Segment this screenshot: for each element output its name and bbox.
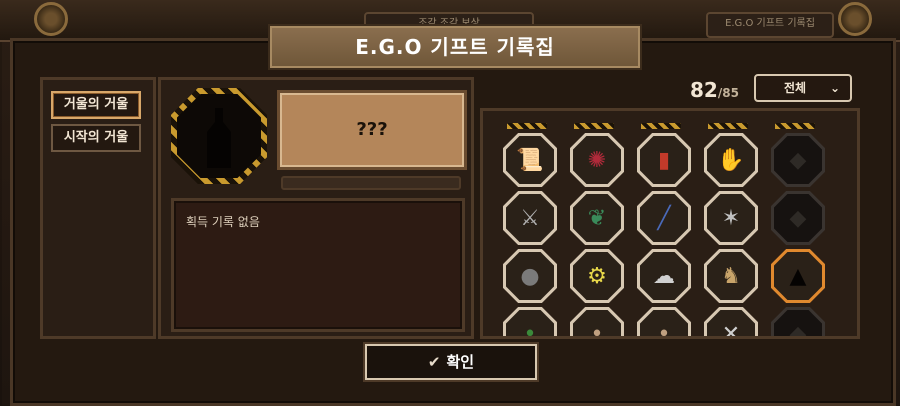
grid-cap xyxy=(641,123,681,129)
gift-total-count: /85 xyxy=(717,86,739,100)
mirror-tab-start[interactable]: 시작의 거울 xyxy=(51,124,141,152)
tangled-rope-icon: ✺ xyxy=(573,136,621,184)
gift-owned-count: 82 xyxy=(690,78,718,102)
filter-dropdown[interactable]: 전체 ⌄ xyxy=(754,74,852,102)
page-title: E.G.O 기프트 기록집 xyxy=(270,26,640,68)
bottle-icon: ▲ xyxy=(774,252,822,300)
gift-slot[interactable]: ✶ xyxy=(704,191,758,245)
mirror-list: 거울의 거울 시작의 거울 xyxy=(40,77,156,339)
gift-slot[interactable]: ♞ xyxy=(704,249,758,303)
gift-slot[interactable]: ❦ xyxy=(570,191,624,245)
confirm-label: 확인 xyxy=(446,353,475,371)
gift-slot[interactable]: ✋ xyxy=(704,133,758,187)
gift-description: 획득 기록 없음 xyxy=(186,215,260,229)
bottle-icon xyxy=(207,108,231,168)
wire-icon: ✶ xyxy=(707,194,755,242)
locked-icon: ◆ xyxy=(774,136,822,184)
gift-detail-panel: ??? 획득 기록 없음 xyxy=(158,77,474,339)
gift-slot[interactable]: • xyxy=(570,307,624,336)
grid-cap xyxy=(708,123,748,129)
blade-icon: ╱ xyxy=(640,194,688,242)
grid-cap xyxy=(574,123,614,129)
scroll-icon: 📜 xyxy=(506,136,554,184)
gift-slot[interactable]: ⚙ xyxy=(570,249,624,303)
gift-slot-locked[interactable]: ◆ xyxy=(771,191,825,245)
gift-slot[interactable]: ☁ xyxy=(637,249,691,303)
hand-icon: ✋ xyxy=(707,136,755,184)
gear-icon xyxy=(34,2,68,36)
item-icon: • xyxy=(573,310,621,336)
check-icon: ✔ xyxy=(427,353,441,371)
gift-slot[interactable]: • xyxy=(503,307,557,336)
wing-icon: ✕ xyxy=(707,310,755,336)
tablet-icon: ▮ xyxy=(640,136,688,184)
filter-selected: 전체 xyxy=(784,81,807,95)
gift-preview xyxy=(177,94,261,178)
grid-cap xyxy=(507,123,547,129)
gift-slot[interactable]: • xyxy=(637,307,691,336)
gift-preview-frame xyxy=(171,88,267,184)
confirm-button[interactable]: ✔ 확인 xyxy=(365,344,537,380)
gear-icon xyxy=(838,2,872,36)
gift-slot-selected[interactable]: ▲ xyxy=(771,249,825,303)
machine-icon: ⚙ xyxy=(573,252,621,300)
locked-icon: ◆ xyxy=(774,310,822,336)
gift-slot-locked[interactable]: ◆ xyxy=(771,307,825,336)
item-icon: • xyxy=(640,310,688,336)
gift-slot[interactable]: ▮ xyxy=(637,133,691,187)
stones-icon: ● xyxy=(506,252,554,300)
gift-slot-locked[interactable]: ◆ xyxy=(771,133,825,187)
gift-slot[interactable]: ⚔ xyxy=(503,191,557,245)
figure-icon: ♞ xyxy=(707,252,755,300)
blob-icon: ☁ xyxy=(640,252,688,300)
gift-slot[interactable]: 📜 xyxy=(503,133,557,187)
gift-description-box: 획득 기록 없음 xyxy=(171,198,465,332)
chevron-down-icon: ⌄ xyxy=(829,81,840,95)
mirror-tab-mirror[interactable]: 거울의 거울 xyxy=(51,91,141,119)
gift-slot[interactable]: ● xyxy=(503,249,557,303)
gift-name: ??? xyxy=(277,90,467,170)
sword-icon: ⚔ xyxy=(506,194,554,242)
leaf-icon: • xyxy=(506,310,554,336)
gift-slot[interactable]: ╱ xyxy=(637,191,691,245)
header-tab-right[interactable]: E.G.O 기프트 기록집 xyxy=(706,12,834,38)
gift-slot[interactable]: ✕ xyxy=(704,307,758,336)
gift-tier-bar xyxy=(281,176,461,190)
thorn-vine-icon: ❦ xyxy=(573,194,621,242)
locked-icon: ◆ xyxy=(774,194,822,242)
gift-slot[interactable]: ✺ xyxy=(570,133,624,187)
gift-grid: 📜 ✺ ▮ ✋ ◆ ⚔ ❦ ╱ ✶ ◆ ● ⚙ ☁ ♞ ▲ • • • ✕ ◆ xyxy=(480,108,860,339)
gift-counter: 82/85 xyxy=(690,78,739,102)
grid-cap xyxy=(775,123,815,129)
